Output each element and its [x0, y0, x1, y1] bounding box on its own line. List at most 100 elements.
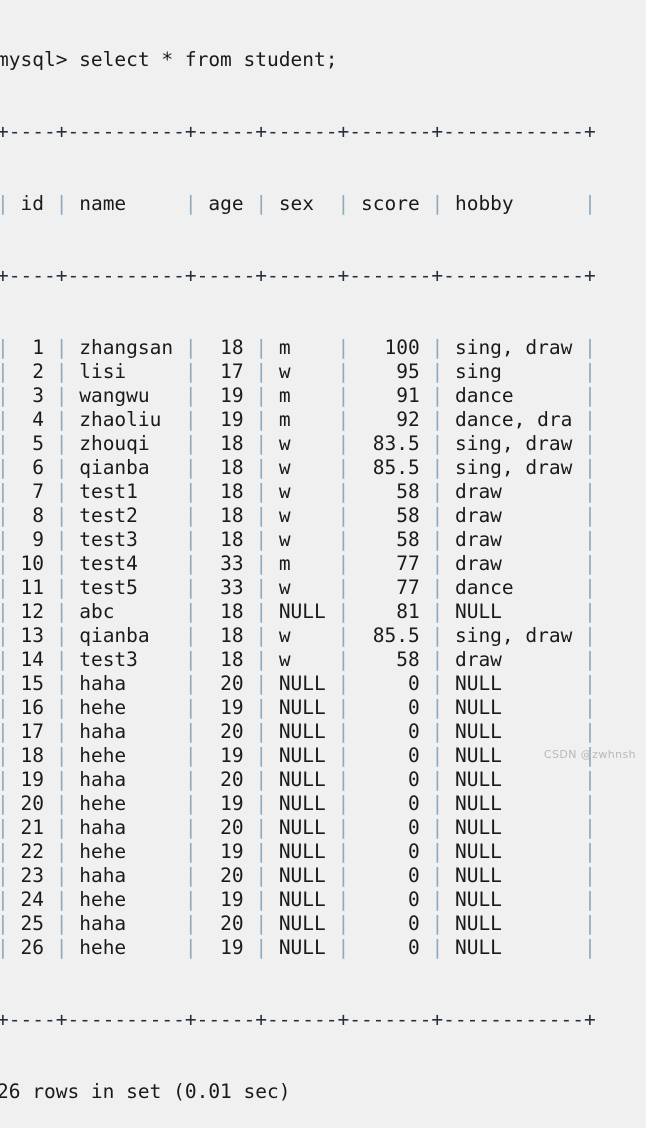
column-divider: |	[255, 888, 268, 911]
cell-score: 92	[349, 408, 432, 431]
column-divider: |	[584, 504, 596, 527]
column-divider: |	[0, 360, 9, 383]
cell-score: 100	[349, 336, 432, 359]
cell-sex: w	[267, 624, 338, 647]
command-prompt-line: mysql> select * from student;	[0, 48, 338, 71]
column-divider: |	[337, 888, 350, 911]
column-divider: |	[0, 192, 9, 215]
column-divider: |	[337, 576, 350, 599]
column-divider: |	[431, 336, 444, 359]
table-row: | 20 | hehe | 19 | NULL | 0 | NULL |	[0, 792, 646, 816]
cell-name: test2	[67, 504, 185, 527]
cell-id: 13	[8, 624, 56, 647]
table-row: | 14 | test3 | 18 | w | 58 | draw |	[0, 648, 646, 672]
cell-hobby: NULL	[443, 672, 585, 695]
cell-sex: NULL	[267, 744, 338, 767]
cell-name: test4	[67, 552, 185, 575]
cell-age: 33	[196, 552, 256, 575]
cell-score: 0	[349, 888, 432, 911]
cell-id: 9	[8, 528, 56, 551]
column-divider: |	[337, 384, 350, 407]
cell-age: 19	[196, 744, 256, 767]
column-divider: |	[431, 456, 444, 479]
column-divider: |	[431, 384, 444, 407]
column-divider: |	[55, 936, 68, 959]
column-divider: |	[184, 864, 197, 887]
column-divider: |	[337, 528, 350, 551]
column-divider: |	[337, 600, 350, 623]
cell-id: 8	[8, 504, 56, 527]
cell-hobby: draw	[443, 504, 585, 527]
cell-hobby: dance, dra	[443, 408, 585, 431]
column-divider: |	[55, 672, 68, 695]
table-row: | 5 | zhouqi | 18 | w | 83.5 | sing, dra…	[0, 432, 646, 456]
cell-sex: NULL	[267, 600, 338, 623]
table-separator-top: +----+----------+-----+------+-------+--…	[0, 120, 596, 143]
column-divider: |	[55, 600, 68, 623]
cell-age: 20	[196, 768, 256, 791]
column-divider: |	[184, 192, 197, 215]
table-header-row: | id | name | age | sex | score | hobby …	[0, 192, 646, 216]
column-divider: |	[337, 504, 350, 527]
cell-name: haha	[67, 816, 185, 839]
table-row: | 10 | test4 | 33 | m | 77 | draw |	[0, 552, 646, 576]
cell-hobby: draw	[443, 528, 585, 551]
cell-id: 1	[8, 336, 56, 359]
cell-id: 16	[8, 696, 56, 719]
table-row: | 13 | qianba | 18 | w | 85.5 | sing, dr…	[0, 624, 646, 648]
cell-name: qianba	[67, 624, 185, 647]
cell-age: 17	[196, 360, 256, 383]
cell-hobby: sing	[443, 360, 585, 383]
cell-sex: NULL	[267, 720, 338, 743]
cell-age: 20	[196, 816, 256, 839]
cell-name: wangwu	[67, 384, 185, 407]
column-divider: |	[584, 720, 596, 743]
cell-id: 18	[8, 744, 56, 767]
column-divider: |	[184, 360, 197, 383]
table-row: | 17 | haha | 20 | NULL | 0 | NULL |	[0, 720, 646, 744]
cell-age: 18	[196, 480, 256, 503]
column-divider: |	[337, 744, 350, 767]
cell-id: 26	[8, 936, 56, 959]
cell-id: 19	[8, 768, 56, 791]
column-divider: |	[0, 768, 9, 791]
column-divider: |	[255, 552, 268, 575]
column-divider: |	[431, 912, 444, 935]
column-divider: |	[431, 672, 444, 695]
column-divider: |	[255, 600, 268, 623]
result-status-line: 26 rows in set (0.01 sec)	[0, 1080, 291, 1103]
column-divider: |	[431, 576, 444, 599]
cell-score: 0	[349, 744, 432, 767]
cell-sex: m	[267, 408, 338, 431]
column-divider: |	[55, 888, 68, 911]
column-divider: |	[0, 720, 9, 743]
column-divider: |	[255, 816, 268, 839]
cell-hobby: draw	[443, 552, 585, 575]
cell-name: haha	[67, 912, 185, 935]
column-divider: |	[584, 864, 596, 887]
column-divider: |	[184, 336, 197, 359]
cell-age: 18	[196, 336, 256, 359]
column-divider: |	[0, 648, 9, 671]
column-divider: |	[0, 600, 9, 623]
column-divider: |	[55, 456, 68, 479]
cell-sex: NULL	[267, 936, 338, 959]
cell-score: 0	[349, 816, 432, 839]
column-divider: |	[584, 624, 596, 647]
cell-score: 91	[349, 384, 432, 407]
column-divider: |	[584, 936, 596, 959]
column-divider: |	[431, 696, 444, 719]
column-divider: |	[431, 744, 444, 767]
cell-name: zhangsan	[67, 336, 185, 359]
cell-sex: NULL	[267, 840, 338, 863]
cell-score: 83.5	[349, 432, 432, 455]
column-divider: |	[584, 336, 596, 359]
column-divider: |	[431, 552, 444, 575]
cell-score: 0	[349, 912, 432, 935]
column-divider: |	[584, 768, 596, 791]
cell-sex: w	[267, 648, 338, 671]
cell-hobby: dance	[443, 576, 585, 599]
column-divider: |	[584, 840, 596, 863]
column-divider: |	[255, 720, 268, 743]
cell-score: 0	[349, 936, 432, 959]
